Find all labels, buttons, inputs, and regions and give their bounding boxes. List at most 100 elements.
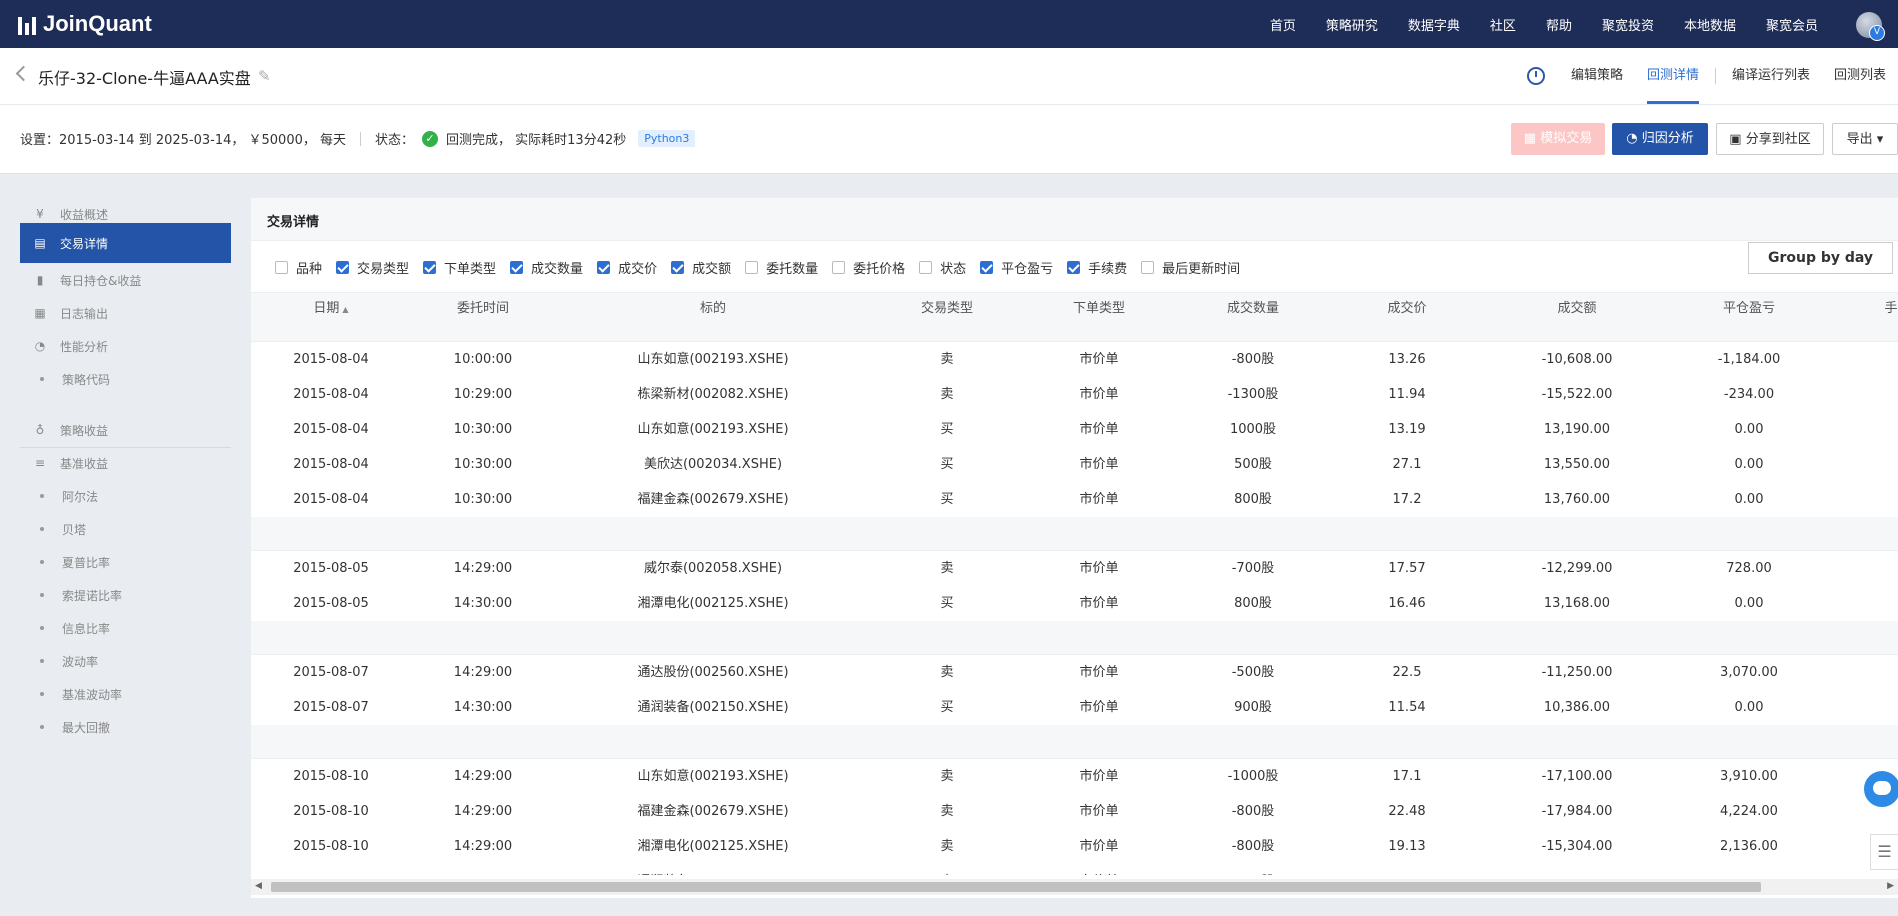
strategy-title: 乐仔-32-Clone-牛逼AAA实盘 [38, 69, 251, 88]
sidebar-item-5[interactable]: 策略代码 [20, 359, 231, 399]
cell-5: -800股 [1231, 839, 1275, 854]
checkbox[interactable] [336, 261, 350, 274]
cell-6: 13.19 [1388, 422, 1426, 437]
nav-link-7[interactable]: 聚宽会员 [1766, 15, 1818, 34]
filter-label: 成交数量 [531, 262, 584, 277]
cell-6: 27.1 [1392, 457, 1422, 472]
tab-3[interactable]: 回测列表 [1822, 48, 1898, 104]
filter-3[interactable]: 成交数量 [510, 258, 583, 277]
cell-2: 通润装备(002150.XSHE) [603, 864, 823, 875]
cell-3: 买 [940, 596, 954, 611]
cell-6: 16.46 [1388, 596, 1426, 611]
joinquant-logo[interactable]: JoinQuant [18, 10, 152, 38]
filter-9[interactable]: 平仓盈亏 [980, 258, 1053, 277]
filter-5[interactable]: 成交额 [671, 258, 731, 277]
filter-2[interactable]: 下单类型 [423, 258, 496, 277]
table-row[interactable]: 2015-08-05 14:30:00 湘潭电化(002125.XSHE) 买 市价单 8… [251, 586, 1898, 622]
table-row[interactable]: 2015-08-10 14:29:00 湘潭电化(002125.XSHE) 卖 市价单 -… [251, 829, 1898, 865]
export-dropdown-button[interactable]: 导出 ▾ [1832, 123, 1898, 155]
checkbox[interactable] [745, 261, 759, 274]
column-header-label: 平仓盈亏 [1722, 301, 1775, 316]
panel-header: 交易详情 [251, 198, 1898, 241]
nav-link-5[interactable]: 聚宽投资 [1602, 15, 1654, 34]
filter-6[interactable]: 委托数量 [745, 258, 818, 277]
cell-1: 14:29:00 [453, 561, 513, 576]
table-row[interactable]: 2015-08-04 10:00:00 山东如意(002193.XSHE) 卖 市价单 -… [251, 342, 1898, 378]
nav-link-2[interactable]: 数据字典 [1408, 15, 1460, 34]
tab-0[interactable]: 编辑策略 [1559, 48, 1635, 104]
chat-support-icon[interactable] [1862, 769, 1898, 809]
column-header-4[interactable]: 下单类型 [1049, 293, 1149, 325]
simulate-trade-button[interactable]: ▦ 模拟交易 [1511, 123, 1605, 155]
cell-1: 14:29:00 [453, 769, 513, 784]
horizontal-scrollbar[interactable]: ◀ ▶ [251, 879, 1898, 895]
column-header-2[interactable]: 标的 [603, 293, 823, 325]
checkbox[interactable] [980, 261, 994, 274]
column-header-6[interactable]: 成交价 [1357, 293, 1457, 325]
caret-down-icon: ▾ [1872, 132, 1884, 147]
sidebar-item-15[interactable]: 最大回撤 [20, 707, 231, 747]
table-row[interactable]: 2015-08-10 14:29:00 福建金森(002679.XSHE) 卖 市价单 -… [251, 794, 1898, 830]
table-row[interactable]: 2015-08-04 10:30:00 美欣达(002034.XSHE) 买 市价单 50… [251, 447, 1898, 483]
cell-4: 市价单 [1079, 700, 1119, 715]
column-header-3[interactable]: 交易类型 [897, 293, 997, 325]
table-row[interactable]: 2015-08-04 10:30:00 福建金森(002679.XSHE) 买 市价单 8… [251, 482, 1898, 518]
checkbox[interactable] [1141, 261, 1155, 274]
column-header-0[interactable]: 日期 ▲ [281, 293, 381, 325]
checkbox[interactable] [671, 261, 685, 274]
filter-4[interactable]: 成交价 [597, 258, 657, 277]
filter-10[interactable]: 手续费 [1067, 258, 1127, 277]
checkbox[interactable] [597, 261, 611, 274]
checkbox[interactable] [510, 261, 524, 274]
edit-pencil-icon[interactable]: ✎ [258, 67, 271, 85]
scroll-left-arrow-icon[interactable]: ◀ [255, 881, 262, 891]
cell-7: -17,984.00 [1541, 804, 1613, 819]
column-header-1[interactable]: 委托时间 [423, 293, 543, 325]
checkbox[interactable] [832, 261, 846, 274]
table-row[interactable]: 2015-08-10 14:30:00 通润装备(002150.XSHE) 卖 市价单 -… [251, 864, 1898, 875]
list-menu-icon[interactable]: ☰ [1870, 834, 1898, 870]
group-by-day-button[interactable]: Group by day [1748, 242, 1893, 274]
checkbox[interactable] [919, 261, 933, 274]
filter-11[interactable]: 最后更新时间 [1141, 258, 1240, 277]
checkbox[interactable] [275, 261, 288, 274]
table-row[interactable]: 2015-08-10 14:29:00 山东如意(002193.XSHE) 卖 市价单 -… [251, 759, 1898, 795]
column-header-9[interactable]: 手 [1871, 293, 1898, 325]
sidebar-item-label: 贝塔 [62, 522, 87, 537]
scroll-right-arrow-icon[interactable]: ▶ [1887, 881, 1894, 891]
table-row[interactable]: 2015-08-05 14:29:00 威尔泰(002058.XSHE) 卖 市价单 -7… [251, 551, 1898, 587]
nav-link-1[interactable]: 策略研究 [1326, 15, 1378, 34]
sort-ascending-icon[interactable]: ▲ [342, 305, 348, 314]
nav-link-3[interactable]: 社区 [1490, 15, 1516, 34]
user-avatar[interactable]: V [1856, 12, 1885, 41]
table-row[interactable]: 2015-08-07 14:29:00 通达股份(002560.XSHE) 卖 市价单 -… [251, 655, 1898, 691]
table-row[interactable]: 2015-08-04 10:29:00 栋梁新材(002082.XSHE) 卖 市价单 -… [251, 377, 1898, 413]
cell-5: -800股 [1231, 352, 1275, 367]
checkbox[interactable] [423, 261, 437, 274]
back-chevron-icon[interactable] [15, 65, 32, 82]
tab-1[interactable]: 回测详情 [1635, 48, 1711, 104]
column-header-8[interactable]: 平仓盈亏 [1689, 293, 1809, 325]
nav-link-4[interactable]: 帮助 [1546, 15, 1572, 34]
trade-table-body[interactable]: 2015-08-04 10:00:00 山东如意(002193.XSHE) 卖市价单 -… [251, 325, 1898, 875]
scrollbar-thumb[interactable] [271, 882, 1761, 892]
filter-8[interactable]: 状态 [919, 258, 966, 277]
attribution-analysis-button[interactable]: ◔ 归因分析 [1612, 123, 1708, 155]
column-header-5[interactable]: 成交数量 [1193, 293, 1313, 325]
nav-link-0[interactable]: 首页 [1270, 15, 1296, 34]
sidebar-item-1[interactable]: ▤ 交易详情 [20, 223, 231, 263]
table-row[interactable]: 2015-08-04 10:30:00 山东如意(002193.XSHE) 买 市价单 1… [251, 412, 1898, 448]
cell-2: 湘潭电化(002125.XSHE) [637, 596, 789, 611]
cell-1: 14:30:00 [423, 864, 543, 875]
tab-2[interactable]: 编译运行列表 [1720, 48, 1822, 104]
share-community-button[interactable]: ▣ 分享到社区 [1716, 123, 1824, 155]
cell-7: 13,550.00 [1543, 457, 1611, 472]
table-row[interactable]: 2015-08-07 14:30:00 通润装备(002150.XSHE) 买 市价单 9… [251, 690, 1898, 726]
checkbox[interactable] [1067, 261, 1081, 274]
filter-0[interactable]: 品种 [275, 258, 322, 277]
cell-4: 市价单 [1079, 387, 1119, 402]
column-header-7[interactable]: 成交额 [1507, 293, 1647, 325]
nav-link-6[interactable]: 本地数据 [1684, 15, 1736, 34]
filter-7[interactable]: 委托价格 [832, 258, 905, 277]
filter-1[interactable]: 交易类型 [336, 258, 409, 277]
